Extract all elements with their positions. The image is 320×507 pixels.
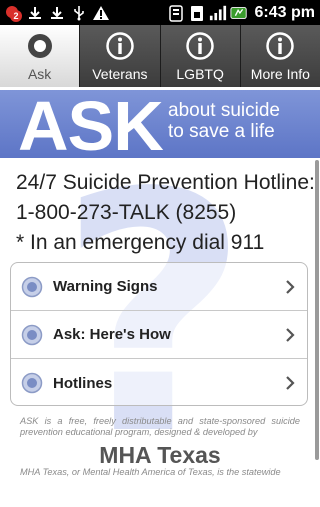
- info-icon: [186, 32, 214, 60]
- wifi-icon: [167, 4, 185, 22]
- menu-item-warning-signs[interactable]: Warning Signs: [11, 263, 307, 311]
- status-time: 6:43 pm: [254, 3, 315, 21]
- info-icon: [266, 32, 295, 60]
- download-icon: [48, 4, 66, 22]
- hotline-title: 24/7 Suicide Prevention Hotline:: [16, 171, 315, 194]
- lifebuoy-icon: [27, 34, 52, 58]
- tab-more-info-label: More Info: [250, 66, 310, 82]
- usb-icon: [70, 4, 88, 22]
- sim-icon: [188, 4, 206, 22]
- ring-bullet-icon: [21, 276, 43, 297]
- ring-bullet-icon: [21, 372, 43, 394]
- emergency-note: * In an emergency dial 911: [16, 231, 265, 254]
- tab-bar: Ask Veterans LGBTQ More Info: [0, 25, 320, 87]
- menu-item-label: Hotlines: [53, 374, 113, 392]
- download-icon: [26, 4, 44, 22]
- status-bar: 2 6:43 pm: [0, 0, 320, 25]
- tab-lgbtq-label: LGBTQ: [176, 66, 224, 82]
- tab-ask-label: Ask: [27, 66, 52, 82]
- battery-icon: [229, 4, 248, 22]
- info-icon: [106, 32, 134, 60]
- tagline-line-1: about suicide: [168, 100, 280, 121]
- warning-icon: [92, 4, 110, 22]
- mha-texas-logo: MHA Texas: [99, 442, 221, 468]
- tab-lgbtq[interactable]: LGBTQ: [160, 25, 241, 87]
- menu-item-ask-how[interactable]: Ask: Here's How: [11, 311, 307, 359]
- footer-bottom-text: MHA Texas, or Mental Health America of T…: [20, 467, 281, 477]
- scrollbar[interactable]: [315, 160, 319, 460]
- chevron-right-icon: [286, 376, 295, 390]
- footer-description: ASK is a free, freely distributable and …: [20, 416, 300, 437]
- menu-item-hotlines[interactable]: Hotlines: [11, 359, 307, 407]
- menu-item-label: Warning Signs: [53, 278, 158, 295]
- signal-icon: [209, 4, 227, 22]
- hotline-number[interactable]: 1-800-273-TALK (8255): [16, 198, 315, 228]
- menu-list: Warning Signs Ask: Here's How Hotlines: [10, 262, 308, 406]
- chevron-right-icon: [286, 327, 295, 342]
- hotline-info: 24/7 Suicide Prevention Hotline: 1-800-2…: [16, 168, 315, 258]
- tab-veterans-label: Veterans: [92, 66, 148, 82]
- notification-badge: 2: [10, 9, 22, 22]
- tab-ask[interactable]: Ask: [0, 25, 81, 87]
- tab-veterans[interactable]: Veterans: [80, 25, 161, 87]
- notification-icon[interactable]: 2: [4, 4, 22, 22]
- menu-item-label: Ask: Here's How: [53, 326, 171, 343]
- chevron-right-icon: [286, 279, 295, 294]
- ring-bullet-icon: [21, 324, 43, 345]
- tab-more-info[interactable]: More Info: [240, 25, 320, 87]
